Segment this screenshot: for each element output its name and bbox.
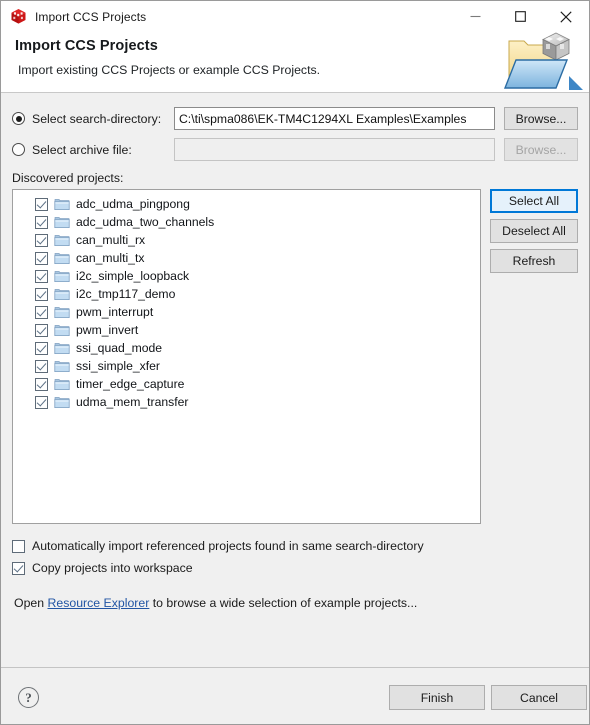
- project-name: pwm_interrupt: [76, 305, 154, 319]
- project-checkbox[interactable]: [35, 215, 48, 229]
- import-projects-banner-icon: [499, 30, 585, 96]
- project-name: i2c_tmp117_demo: [76, 287, 176, 301]
- discovered-projects-area: adc_udma_pingpong adc_udma_two_channelsca…: [12, 189, 578, 524]
- option-label: Copy projects into workspace: [32, 561, 193, 575]
- open-prefix-text: Open: [14, 596, 48, 610]
- project-checkbox[interactable]: [35, 323, 48, 337]
- folder-icon: [54, 342, 70, 355]
- folder-icon: [54, 270, 70, 283]
- search-directory-input[interactable]: [174, 107, 495, 130]
- option-checkbox[interactable]: [12, 561, 25, 575]
- finish-button[interactable]: Finish: [389, 685, 485, 710]
- close-button[interactable]: [543, 1, 588, 32]
- folder-icon: [54, 216, 70, 229]
- ccs-cube-icon: [10, 8, 27, 25]
- project-checkbox[interactable]: [35, 233, 48, 247]
- option-row[interactable]: Copy projects into workspace: [12, 558, 578, 578]
- project-row[interactable]: i2c_simple_loopback: [13, 267, 480, 285]
- folder-icon: [54, 234, 70, 247]
- project-name: can_multi_rx: [76, 233, 146, 247]
- dialog-header: Import CCS Projects Import existing CCS …: [1, 32, 589, 93]
- project-row[interactable]: timer_edge_capture: [13, 375, 480, 393]
- folder-icon: [54, 198, 70, 211]
- project-row[interactable]: can_multi_rx: [13, 231, 480, 249]
- project-checkbox[interactable]: [35, 251, 48, 265]
- archive-file-row: Select archive file: Browse...: [12, 137, 578, 162]
- list-action-buttons: Select All Deselect All Refresh: [490, 189, 578, 279]
- project-name: udma_mem_transfer: [76, 395, 189, 409]
- folder-icon: [54, 324, 70, 337]
- project-row[interactable]: udma_mem_transfer: [13, 393, 480, 411]
- resource-explorer-link[interactable]: Resource Explorer: [48, 596, 150, 610]
- dialog-footer: ? Finish Cancel: [1, 667, 589, 724]
- project-row[interactable]: adc_udma_pingpong: [13, 195, 480, 213]
- discovered-projects-label: Discovered projects:: [12, 171, 124, 185]
- project-row[interactable]: i2c_tmp117_demo: [13, 285, 480, 303]
- project-checkbox[interactable]: [35, 377, 48, 391]
- window-title: Import CCS Projects: [35, 9, 147, 24]
- project-checkbox[interactable]: [35, 197, 48, 211]
- project-row[interactable]: pwm_interrupt: [13, 303, 480, 321]
- label-select-search-directory: Select search-directory:: [32, 111, 162, 126]
- project-row[interactable]: ssi_simple_xfer: [13, 357, 480, 375]
- archive-file-input: [174, 138, 495, 161]
- project-name: ssi_simple_xfer: [76, 359, 160, 373]
- project-row[interactable]: can_multi_tx: [13, 249, 480, 267]
- source-selection: Select search-directory: Browse... Selec…: [12, 93, 578, 162]
- folder-icon: [54, 288, 70, 301]
- project-checkbox[interactable]: [35, 287, 48, 301]
- folder-icon: [54, 360, 70, 373]
- project-row[interactable]: adc_udma_two_channels: [13, 213, 480, 231]
- option-row[interactable]: Automatically import referenced projects…: [12, 536, 578, 556]
- import-ccs-projects-dialog: Import CCS Projects Import CCS Projects …: [0, 0, 590, 725]
- folder-icon: [54, 396, 70, 409]
- project-checkbox[interactable]: [35, 269, 48, 283]
- project-name: adc_udma_pingpong: [76, 197, 190, 211]
- project-name: i2c_simple_loopback: [76, 269, 190, 283]
- option-checkbox[interactable]: [12, 539, 25, 553]
- title-bar: Import CCS Projects: [1, 1, 589, 32]
- help-icon[interactable]: ?: [18, 687, 39, 708]
- search-directory-row: Select search-directory: Browse...: [12, 106, 578, 131]
- discovered-projects-list[interactable]: adc_udma_pingpong adc_udma_two_channelsca…: [12, 189, 481, 524]
- dialog-body: Select search-directory: Browse... Selec…: [1, 93, 589, 667]
- import-options: Automatically import referenced projects…: [12, 536, 578, 578]
- browse-search-directory-button[interactable]: Browse...: [504, 107, 578, 130]
- project-checkbox[interactable]: [35, 305, 48, 319]
- deselect-all-button[interactable]: Deselect All: [490, 219, 578, 243]
- browse-archive-file-button: Browse...: [504, 138, 578, 161]
- project-name: adc_udma_two_channels: [76, 215, 215, 229]
- open-suffix-text: to browse a wide selection of example pr…: [149, 596, 418, 610]
- project-row[interactable]: ssi_quad_mode: [13, 339, 480, 357]
- option-label: Automatically import referenced projects…: [32, 539, 424, 553]
- project-name: pwm_invert: [76, 323, 139, 337]
- maximize-button[interactable]: [498, 1, 543, 32]
- radio-select-archive-file[interactable]: [12, 143, 25, 156]
- project-row[interactable]: pwm_invert: [13, 321, 480, 339]
- cancel-button[interactable]: Cancel: [491, 685, 587, 710]
- project-name: can_multi_tx: [76, 251, 145, 265]
- minimize-button[interactable]: [453, 1, 498, 32]
- project-checkbox[interactable]: [35, 359, 48, 373]
- folder-icon: [54, 306, 70, 319]
- folder-icon: [54, 252, 70, 265]
- folder-icon: [54, 378, 70, 391]
- project-name: timer_edge_capture: [76, 377, 185, 391]
- radio-select-search-directory[interactable]: [12, 112, 25, 125]
- select-all-button[interactable]: Select All: [490, 189, 578, 213]
- project-checkbox[interactable]: [35, 341, 48, 355]
- project-checkbox[interactable]: [35, 395, 48, 409]
- label-select-archive-file: Select archive file:: [32, 142, 132, 157]
- refresh-button[interactable]: Refresh: [490, 249, 578, 273]
- resource-explorer-line: Open Resource Explorer to browse a wide …: [14, 596, 578, 610]
- project-name: ssi_quad_mode: [76, 341, 163, 355]
